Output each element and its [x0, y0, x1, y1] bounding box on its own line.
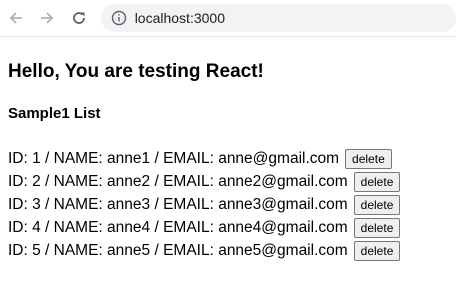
delete-button[interactable]: delete: [345, 148, 392, 169]
list-title: Sample1 List: [8, 105, 101, 122]
list-item: ID: 1 / NAME: anne1 / EMAIL: anne@gmail.…: [8, 147, 448, 170]
address-bar[interactable]: localhost:3000: [100, 4, 456, 32]
delete-button[interactable]: delete: [353, 171, 401, 192]
delete-button[interactable]: delete: [353, 194, 401, 215]
user-info: ID: 3 / NAME: anne3 / EMAIL: anne3@gmail…: [8, 196, 348, 213]
user-info: ID: 5 / NAME: anne5 / EMAIL: anne5@gmail…: [8, 242, 348, 259]
delete-button[interactable]: delete: [353, 217, 401, 238]
browser-toolbar: localhost:3000: [0, 0, 456, 37]
forward-button[interactable]: [32, 0, 64, 36]
list-item: ID: 4 / NAME: anne4 / EMAIL: anne4@gmail…: [8, 216, 448, 239]
back-button[interactable]: [0, 0, 32, 36]
page-title: Hello, You are testing React!: [8, 61, 264, 82]
user-info: ID: 1 / NAME: anne1 / EMAIL: anne@gmail.…: [8, 150, 340, 167]
list-item: ID: 3 / NAME: anne3 / EMAIL: anne3@gmail…: [8, 193, 448, 216]
user-info: ID: 4 / NAME: anne4 / EMAIL: anne4@gmail…: [8, 219, 348, 236]
user-list: ID: 1 / NAME: anne1 / EMAIL: anne@gmail.…: [8, 147, 448, 262]
list-item: ID: 5 / NAME: anne5 / EMAIL: anne5@gmail…: [8, 239, 448, 262]
reload-button[interactable]: [63, 0, 95, 36]
url-text: localhost:3000: [134, 10, 225, 26]
user-info: ID: 2 / NAME: anne2 / EMAIL: anne2@gmail…: [8, 173, 348, 190]
delete-button[interactable]: delete: [353, 240, 401, 261]
arrow-right-icon: [41, 12, 54, 24]
arrow-left-icon: [9, 12, 22, 24]
info-icon[interactable]: [111, 10, 127, 26]
list-item: ID: 2 / NAME: anne2 / EMAIL: anne2@gmail…: [8, 170, 448, 193]
page-content: Hello, You are testing React! Sample1 Li…: [0, 61, 456, 262]
reload-icon: [73, 12, 85, 24]
